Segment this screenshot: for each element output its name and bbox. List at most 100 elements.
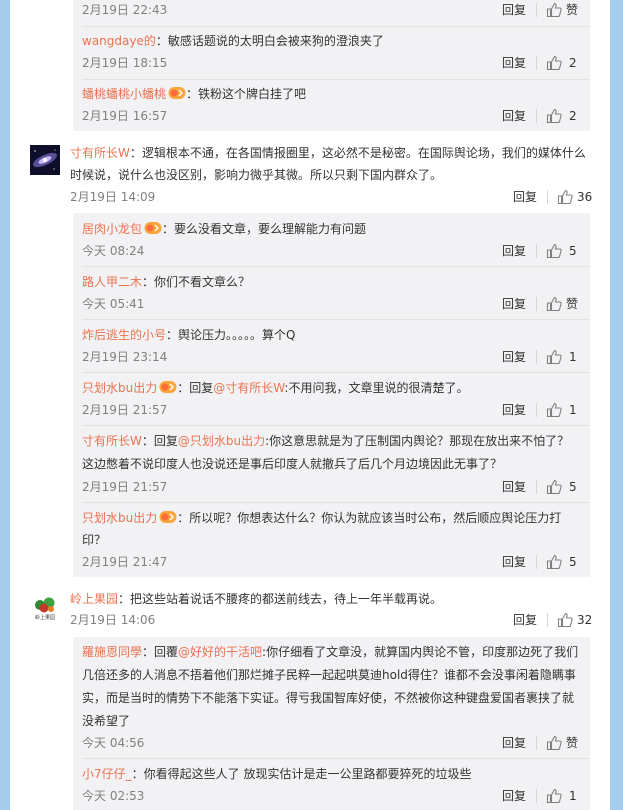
thumb-up-icon[interactable] xyxy=(546,735,562,751)
reply-button[interactable]: 回复 xyxy=(502,241,526,261)
user-name[interactable]: 蟠桃蟠桃小蟠桃 xyxy=(82,87,166,101)
divider xyxy=(82,425,590,426)
comment-text: ：所以呢？你想表达什么？你认为就应该当时公布，然后顺应舆论压力打 xyxy=(177,511,562,525)
user-name[interactable]: 寸有所长W xyxy=(82,434,142,448)
comment-time: 2月19日 14:06 xyxy=(70,613,156,627)
thumb-up-icon[interactable] xyxy=(546,554,562,570)
comment-time: 今天 05:41 xyxy=(82,297,145,311)
user-name[interactable]: 炸后逃生的小号 xyxy=(82,328,166,342)
reply-comment: 路人甲二木：你们不看文章么？ xyxy=(82,271,250,293)
reply-button[interactable]: 回复 xyxy=(502,477,526,497)
reply-button[interactable]: 回复 xyxy=(502,0,526,20)
comment-text: 这边憋着不说印度人也没说还是事后印度人就撤兵了后几个月边境因此无事了？ xyxy=(82,457,503,471)
fan-badge-icon xyxy=(168,87,186,99)
user-name[interactable]: 寸有所长W xyxy=(70,146,130,160)
mention-link[interactable]: @寸有所长W xyxy=(213,381,284,395)
comment-text: 没希望了 xyxy=(82,714,131,728)
avatar-caption: 岭上果园 xyxy=(34,615,55,621)
comment-text: ：舆论压力。。。。。算个Q xyxy=(166,328,296,342)
like-count: 赞 xyxy=(566,736,579,750)
comment-text: ：你看得起这些人了 放现实估计是走一公里路都要猝死的垃圾些 xyxy=(131,767,472,781)
like-count: 5 xyxy=(569,244,577,258)
action-divider xyxy=(536,555,537,569)
reply-button[interactable]: 回复 xyxy=(502,53,526,73)
mention-link[interactable]: @好好的干活吧 xyxy=(178,645,262,659)
comment-text: ：回复 xyxy=(177,381,214,395)
action-divider xyxy=(536,244,537,258)
thumb-up-icon[interactable] xyxy=(546,55,562,71)
user-name[interactable]: 岭上果园 xyxy=(70,592,118,606)
action-divider xyxy=(536,56,537,70)
user-name[interactable]: 居肉小龙包 xyxy=(82,222,142,236)
comment-text: ：逻辑根本不通，在各国情报圈里，这必然不是秘密。在国际舆论场，我们的媒体什么 xyxy=(129,146,586,160)
comment-time: 2月19日 16:57 xyxy=(82,109,168,123)
comment-text: ：要么没看文章，要么理解能力有问题 xyxy=(162,222,367,236)
divider xyxy=(82,26,590,27)
divider xyxy=(82,372,590,373)
comment-text: 时候说，说什么也没区别，影响力微乎其微。所以只剩下国内群众了。 xyxy=(70,168,443,182)
user-name[interactable]: 只划水bu出力 xyxy=(82,381,157,395)
comment: 岭上果园：把这些站着说话不腰疼的都送前线去，待上一年半载再说。 xyxy=(70,588,442,610)
thumb-up-icon[interactable] xyxy=(546,243,562,259)
user-name[interactable]: 只划水bu出力 xyxy=(82,511,157,525)
like-count: 36 xyxy=(577,190,593,204)
user-name[interactable]: 小7仔仔_ xyxy=(82,767,132,781)
comment-time: 2月19日 21:57 xyxy=(82,480,168,494)
thumb-up-icon[interactable] xyxy=(557,189,573,205)
divider xyxy=(82,266,590,267)
thumb-up-icon[interactable] xyxy=(546,349,562,365)
like-count: 5 xyxy=(569,555,577,569)
action-divider xyxy=(536,350,537,364)
reply-button[interactable]: 回复 xyxy=(502,786,526,806)
like-count: 1 xyxy=(569,789,577,803)
reply-comment: 只划水bu出力 ：回复@寸有所长W:不用问我，文章里说的很清楚了。 xyxy=(82,377,468,399)
reply-button[interactable]: 回复 xyxy=(513,187,537,207)
thumb-up-icon[interactable] xyxy=(546,479,562,495)
action-divider xyxy=(536,480,537,494)
comment-time: 2月19日 22:43 xyxy=(82,3,168,17)
reply-button[interactable]: 回复 xyxy=(502,294,526,314)
comment-time: 2月19日 21:57 xyxy=(82,403,168,417)
comment-time: 今天 08:24 xyxy=(82,244,145,258)
reply-comment: wangdaye的：敏感话题说的太明白会被来狗的澄浪夹了 xyxy=(82,30,384,52)
reply-button[interactable]: 回复 xyxy=(502,400,526,420)
thumb-up-icon[interactable] xyxy=(546,108,562,124)
reply-button[interactable]: 回复 xyxy=(502,347,526,367)
action-divider xyxy=(536,3,537,17)
reply-button[interactable]: 回复 xyxy=(513,610,537,630)
like-count: 赞 xyxy=(566,297,579,311)
user-name[interactable]: 路人甲二木 xyxy=(82,275,142,289)
reply-button[interactable]: 回复 xyxy=(502,552,526,572)
mention-link[interactable]: @只划水bu出力 xyxy=(178,434,265,448)
reply-comment: 居肉小龙包 ：要么没看文章，要么理解能力有问题 xyxy=(82,218,366,240)
avatar[interactable] xyxy=(30,145,60,175)
comment-text: :你这意思就是为了压制国内舆论？那现在放出来不怕了？ xyxy=(265,434,570,448)
comment: 寸有所长W：逻辑根本不通，在各国情报圈里，这必然不是秘密。在国际舆论场，我们的媒… xyxy=(70,142,586,164)
comment-text: ：回覆 xyxy=(142,645,179,659)
thumb-up-icon[interactable] xyxy=(546,2,562,18)
like-count: 5 xyxy=(569,480,577,494)
thumb-up-icon[interactable] xyxy=(557,612,573,628)
reply-comment: 炸后逃生的小号：舆论压力。。。。。算个Q xyxy=(82,324,295,346)
comment-time: 2月19日 18:15 xyxy=(82,56,168,70)
like-count: 2 xyxy=(569,109,577,123)
thumb-up-icon[interactable] xyxy=(546,296,562,312)
reply-button[interactable]: 回复 xyxy=(502,106,526,126)
comment-text: ：把这些站着说话不腰疼的都送前线去，待上一年半载再说。 xyxy=(118,592,443,606)
comment-text: 几倍还多的人消息不捂着他们那烂摊子民粹一起起哄莫迪hold得住？谁都不会没事闲着… xyxy=(82,668,576,682)
fan-badge-icon xyxy=(159,381,177,393)
comment-text: ：敏感话题说的太明白会被来狗的澄浪夹了 xyxy=(155,34,384,48)
reply-comment: 只划水bu出力 ：所以呢？你想表达什么？你认为就应该当时公布，然后顺应舆论压力打 xyxy=(82,507,561,529)
reply-button[interactable]: 回复 xyxy=(502,733,526,753)
fan-badge-icon xyxy=(159,511,177,523)
divider xyxy=(82,79,590,80)
like-count: 32 xyxy=(577,613,593,627)
thumb-up-icon[interactable] xyxy=(546,788,562,804)
user-name[interactable]: wangdaye的 xyxy=(82,34,156,48)
like-count: 赞 xyxy=(566,3,579,17)
user-name[interactable]: 羅施恩同學 xyxy=(82,645,142,659)
thumb-up-icon[interactable] xyxy=(546,402,562,418)
avatar[interactable]: 岭上果园 xyxy=(30,594,60,624)
like-count: 1 xyxy=(569,350,577,364)
comment-text: 实，而是当时的情势下不能落下实证。得亏我国智库好使，不然被你这种键盘爱国者裹挟了… xyxy=(82,691,575,705)
